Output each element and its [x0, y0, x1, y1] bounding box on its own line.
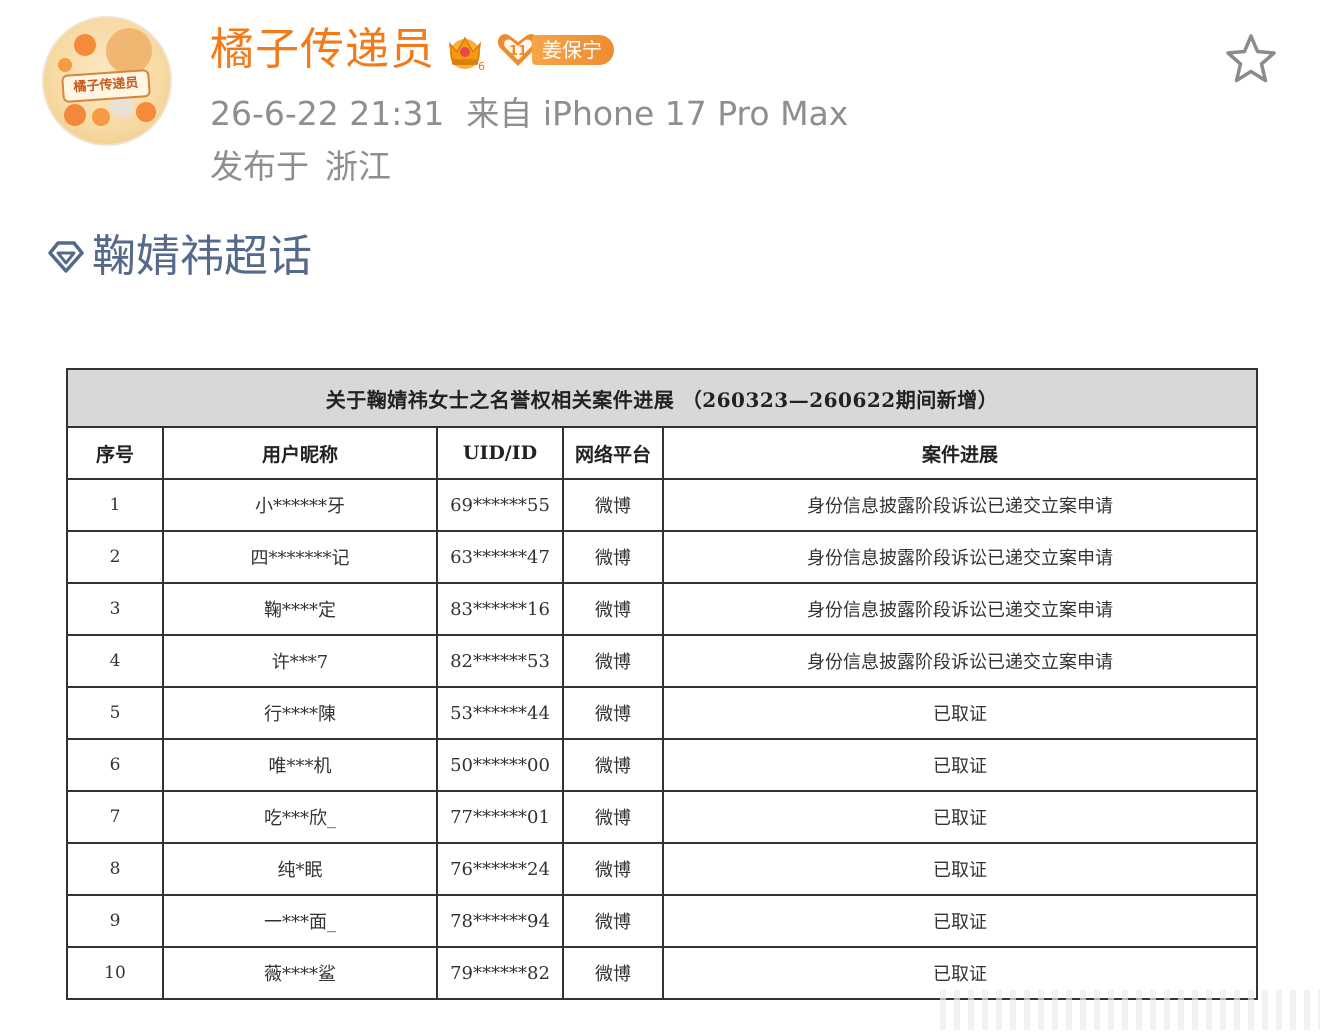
row-index: 10: [66, 946, 164, 1000]
table-row: 6 唯***机 50******00 微博 已取证: [66, 738, 1259, 792]
super-topic-name: 鞠婧祎超话: [92, 231, 312, 282]
row-nickname: 鞠****定: [162, 582, 438, 636]
table-body: 1 小******牙 69******55 微博 身份信息披露阶段诉讼已递交立案申请 2 四…: [66, 478, 1259, 1000]
table-title: 关于鞠婧祎女士之名誉权相关案件进展 （260323—260622期间新增）: [65, 368, 1259, 428]
row-nickname: 小******牙: [162, 478, 438, 532]
table-row: 1 小******牙 69******55 微博 身份信息披露阶段诉讼已递交立案申请: [66, 478, 1259, 532]
column-header-uid: UID/ID: [436, 426, 564, 480]
post-source: 来自 iPhone 17 Pro Max: [466, 94, 849, 133]
row-index: 6: [66, 738, 164, 792]
row-progress: 已取证: [661, 738, 1259, 792]
row-progress: 身份信息披露阶段诉讼已递交立案申请: [661, 530, 1259, 584]
row-nickname: 一***面_: [162, 894, 438, 948]
case-progress-image[interactable]: 关于鞠婧祎女士之名誉权相关案件进展 （260323—260622期间新增） 序号…: [65, 368, 1259, 1000]
row-platform: 微博: [562, 634, 664, 688]
table-header-row: 序号 用户昵称 UID/ID 网络平台 案件进展: [66, 426, 1259, 480]
column-header-platform: 网络平台: [562, 426, 664, 480]
row-platform: 微博: [562, 582, 664, 636]
row-uid: 50******00: [436, 738, 564, 792]
row-progress: 已取证: [661, 790, 1259, 844]
weibo-post: 橘子传递员 橘子传递员 6 11 姜保宁 26-6-22 21:31 来自 iPh…: [0, 0, 1320, 1035]
row-progress: 身份信息披露阶段诉讼已递交立案申请: [661, 582, 1259, 636]
location-prefix: 发布于: [210, 147, 309, 186]
row-platform: 微博: [562, 842, 664, 896]
cat-illustration: [106, 28, 152, 74]
row-nickname: 吃***欣_: [162, 790, 438, 844]
row-uid: 79******82: [436, 946, 564, 1000]
row-platform: 微博: [562, 738, 664, 792]
table-row: 2 四*******记 63******47 微博 身份信息披露阶段诉讼已递交立案申请: [66, 530, 1259, 584]
orange-fruit-icon: [64, 104, 86, 126]
row-index: 5: [66, 686, 164, 740]
orange-fruit-icon: [136, 102, 156, 122]
username[interactable]: 橘子传递员: [210, 22, 435, 78]
table-row: 9 一***面_ 78******94 微博 已取证: [66, 894, 1259, 948]
row-uid: 53******44: [436, 686, 564, 740]
row-progress: 已取证: [661, 894, 1259, 948]
super-topic-link[interactable]: 鞠婧祎超话: [44, 228, 312, 286]
column-header-nickname: 用户昵称: [162, 426, 438, 480]
post-timestamp: 26-6-22 21:31: [210, 94, 445, 133]
table-row: 3 鞠****定 83******16 微博 身份信息披露阶段诉讼已递交立案申请: [66, 582, 1259, 636]
row-progress: 身份信息披露阶段诉讼已递交立案申请: [661, 634, 1259, 688]
row-index: 2: [66, 530, 164, 584]
row-uid: 78******94: [436, 894, 564, 948]
row-progress: 已取证: [661, 686, 1259, 740]
table-row: 5 行****陳 53******44 微博 已取证: [66, 686, 1259, 740]
crown-vip-badge-icon[interactable]: 6: [442, 30, 488, 72]
row-nickname: 纯*眠: [162, 842, 438, 896]
row-nickname: 四*******记: [162, 530, 438, 584]
case-progress-table: 关于鞠婧祎女士之名誉权相关案件进展 （260323—260622期间新增） 序号…: [65, 368, 1259, 1000]
row-nickname: 行****陳: [162, 686, 438, 740]
row-index: 3: [66, 582, 164, 636]
post-location: 发布于 浙江: [210, 145, 391, 189]
row-platform: 微博: [562, 686, 664, 740]
location-value: 浙江: [325, 147, 391, 186]
row-uid: 77******01: [436, 790, 564, 844]
row-platform: 微博: [562, 478, 664, 532]
table-row: 4 许***7 82******53 微博 身份信息披露阶段诉讼已递交立案申请: [66, 634, 1259, 688]
row-index: 7: [66, 790, 164, 844]
row-uid: 76******24: [436, 842, 564, 896]
row-uid: 69******55: [436, 478, 564, 532]
star-outline-icon[interactable]: [1222, 30, 1280, 88]
super-topic-diamond-icon: [48, 241, 84, 273]
orange-fruit-icon: [74, 34, 96, 56]
fan-level: 11: [509, 44, 527, 59]
column-header-progress: 案件进展: [661, 426, 1259, 480]
avatar[interactable]: 橘子传递员: [42, 16, 172, 146]
row-platform: 微博: [562, 790, 664, 844]
svg-text:6: 6: [478, 60, 485, 72]
fan-badge-name: 姜保宁: [532, 35, 614, 65]
orange-fruit-icon: [58, 58, 72, 72]
row-nickname: 许***7: [162, 634, 438, 688]
column-header-index: 序号: [66, 426, 164, 480]
post-meta: 26-6-22 21:31 来自 iPhone 17 Pro Max: [210, 92, 848, 136]
row-nickname: 薇****鲨: [162, 946, 438, 1000]
orange-fruit-icon: [92, 108, 110, 126]
image-watermark-strip: [940, 990, 1320, 1030]
row-platform: 微博: [562, 894, 664, 948]
row-index: 4: [66, 634, 164, 688]
row-nickname: 唯***机: [162, 738, 438, 792]
row-uid: 82******53: [436, 634, 564, 688]
row-progress: 身份信息披露阶段诉讼已递交立案申请: [661, 478, 1259, 532]
table-row: 7 吃***欣_ 77******01 微博 已取证: [66, 790, 1259, 844]
row-progress: 已取证: [661, 842, 1259, 896]
row-uid: 63******47: [436, 530, 564, 584]
avatar-text: 橘子传递员: [61, 68, 151, 104]
row-uid: 83******16: [436, 582, 564, 636]
fan-badge[interactable]: 11 姜保宁: [496, 32, 614, 68]
row-platform: 微博: [562, 946, 664, 1000]
table-row: 8 纯*眠 76******24 微博 已取证: [66, 842, 1259, 896]
row-index: 9: [66, 894, 164, 948]
row-index: 8: [66, 842, 164, 896]
row-index: 1: [66, 478, 164, 532]
row-platform: 微博: [562, 530, 664, 584]
